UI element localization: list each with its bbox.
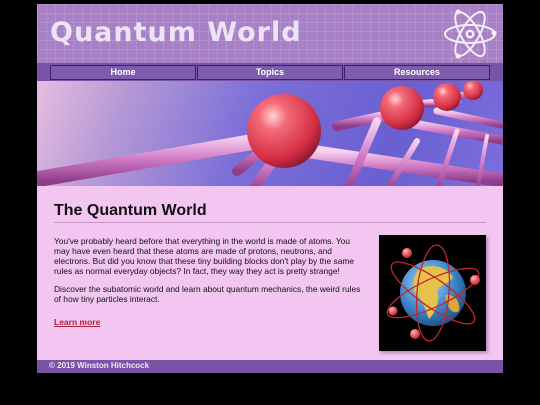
main-content: The Quantum World You've probably heard … [54, 202, 486, 351]
page-heading: The Quantum World [54, 202, 486, 223]
nav-bar: Home Topics Resources [37, 63, 503, 81]
intro-paragraph: You've probably heard before that everyt… [54, 236, 355, 276]
nav-resources[interactable]: Resources [344, 65, 490, 80]
text-column: You've probably heard before that everyt… [54, 236, 366, 330]
site-header: Quantum World [37, 4, 503, 63]
molecule-spheres-banner [37, 81, 503, 186]
atom-icon [444, 9, 497, 59]
page: Quantum World Home Topics Resources The … [37, 4, 503, 373]
site-footer: © 2019 Winston Hitchcock [37, 360, 503, 373]
discover-paragraph: Discover the subatomic world and learn a… [54, 284, 361, 304]
globe-with-orbits-image [379, 235, 486, 351]
nav-topics[interactable]: Topics [197, 65, 343, 80]
site-title: Quantum World [50, 17, 302, 48]
nav-home[interactable]: Home [50, 65, 196, 80]
banner-image [37, 81, 503, 186]
copyright-text: © 2019 Winston Hitchcock [49, 361, 150, 370]
learn-more-link[interactable]: Learn more [54, 317, 100, 327]
